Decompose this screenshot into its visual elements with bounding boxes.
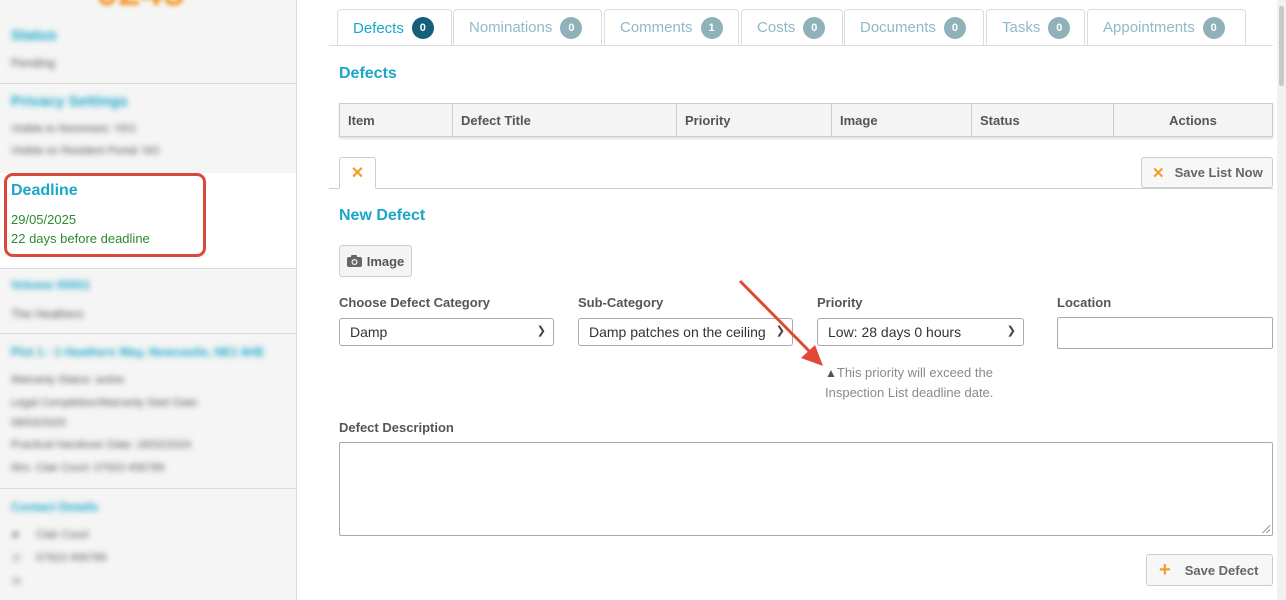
description-textarea[interactable] [339, 442, 1273, 536]
resize-handle-icon[interactable] [1262, 525, 1270, 533]
status-value: Pending [11, 56, 56, 70]
column-header-status[interactable]: Status [972, 104, 1114, 136]
tab-label: Documents [860, 19, 936, 36]
volume-section: Volume 00001 The Heathers [0, 268, 296, 334]
privacy-line-nominees: Visible to Nominees: YES [11, 123, 136, 135]
scrollbar-thumb[interactable] [1279, 6, 1284, 86]
tab-label: Nominations [469, 19, 553, 36]
new-defect-heading: New Defect [339, 207, 426, 224]
status-title: Status [11, 27, 57, 44]
tab-count-badge: 0 [803, 16, 826, 39]
category-select[interactable]: Damp ❯ [339, 318, 554, 346]
tab-tasks[interactable]: Tasks 0 [986, 9, 1085, 45]
close-x-icon: ✕ [1152, 164, 1165, 182]
plot-legal-date: 08/03/2025 [11, 417, 67, 429]
tab-label: Costs [757, 19, 796, 36]
plot-section: Plot 1 - 1 Heathers Way, Newcastle, NE1 … [0, 333, 296, 489]
camera-icon [346, 255, 362, 267]
contact-title: Contact Details [11, 500, 99, 514]
contact-phone: 07923 456789 [36, 552, 107, 564]
plot-title: Plot 1 - 1 Heathers Way, Newcastle, NE1 … [11, 345, 265, 359]
chevron-down-icon: ❯ [775, 325, 785, 337]
close-x-icon: ✕ [350, 165, 365, 182]
plot-warranty: Warranty Status: active [11, 374, 125, 386]
subcategory-select[interactable]: Damp patches on the ceiling ❯ [578, 318, 793, 346]
plus-icon: + [1159, 558, 1171, 581]
tabs-divider [329, 45, 1273, 46]
location-label: Location [1057, 295, 1112, 310]
column-header-defect-title[interactable]: Defect Title [453, 104, 677, 136]
privacy-section: Privacy Settings Visible to Nominees: YE… [0, 83, 296, 174]
close-list-tab[interactable]: ✕ [339, 157, 376, 189]
column-header-image[interactable]: Image [832, 104, 972, 136]
save-defect-button[interactable]: + Save Defect [1146, 554, 1273, 586]
tab-count-badge: 0 [1202, 16, 1225, 39]
tab-comments[interactable]: Comments 1 [604, 9, 739, 45]
plot-handover: Practical Handover Date: 18/02/2024 [11, 439, 192, 451]
tab-count-badge: 0 [560, 16, 583, 39]
column-header-item[interactable]: Item [340, 104, 453, 136]
priority-value: Low: 28 days 0 hours [828, 324, 962, 340]
defects-table-header: Item Defect Title Priority Image Status … [339, 103, 1273, 137]
subcategory-label: Sub-Category [578, 295, 664, 310]
priority-select[interactable]: Low: 28 days 0 hours ❯ [817, 318, 1024, 346]
column-header-actions: Actions [1169, 112, 1217, 128]
sidebar: 0245 Status Pending Privacy Settings Vis… [0, 0, 297, 600]
tab-costs[interactable]: Costs 0 [741, 9, 843, 45]
tab-label: Appointments [1103, 19, 1195, 36]
tab-count-badge: 1 [700, 16, 723, 39]
plot-owner: Mrs. Clair Court: 07923 456789 [11, 462, 165, 474]
inspection-number: 0245 [96, 0, 185, 15]
defects-heading: Defects [339, 65, 397, 82]
priority-warning: ▲This priority will exceed the Inspectio… [825, 363, 1015, 402]
tab-count-badge: 0 [411, 17, 434, 39]
tab-label: Defects [353, 19, 404, 37]
category-label: Choose Defect Category [339, 295, 490, 310]
plot-legal-completion: Legal Completion/Warranty Start Date: [11, 397, 200, 409]
tab-appointments[interactable]: Appointments 0 [1087, 9, 1246, 45]
tab-defects[interactable]: Defects 0 [337, 9, 452, 46]
volume-value: The Heathers [11, 307, 84, 321]
status-section: Status Pending [0, 16, 296, 84]
tab-nominations[interactable]: Nominations 0 [453, 9, 602, 45]
save-list-now-button[interactable]: ✕ Save List Now [1141, 157, 1273, 188]
privacy-line-portal: Visible on Resident Portal: NO [11, 145, 160, 157]
subcategory-value: Damp patches on the ceiling [589, 324, 766, 340]
priority-label: Priority [817, 295, 863, 310]
priority-warning-text: This priority will exceed the Inspection… [825, 365, 994, 400]
deadline-highlight-box [4, 173, 206, 257]
contact-section: Contact Details ■ Clair Court ✆ 07923 45… [0, 488, 296, 600]
list-tab-divider [329, 188, 1273, 189]
person-icon: ■ [12, 529, 19, 541]
page-scrollbar[interactable] [1277, 0, 1286, 600]
contact-name: Clair Court [36, 529, 89, 541]
arrow-head [801, 345, 823, 366]
email-icon: ✉ [12, 576, 22, 588]
save-defect-label: Save Defect [1184, 562, 1259, 578]
tab-count-badge: 0 [943, 16, 966, 39]
save-list-label: Save List Now [1174, 165, 1263, 180]
description-label: Defect Description [339, 420, 454, 435]
add-image-button[interactable]: Image [339, 245, 412, 277]
chevron-down-icon: ❯ [536, 325, 546, 337]
warning-icon: ▲ [825, 366, 837, 380]
column-header-priority[interactable]: Priority [677, 104, 832, 136]
image-button-label: Image [366, 253, 405, 269]
tab-count-badge: 0 [1048, 16, 1071, 39]
tab-documents[interactable]: Documents 0 [844, 9, 984, 45]
tab-label: Comments [620, 19, 693, 36]
chevron-down-icon: ❯ [1006, 325, 1016, 337]
location-input[interactable] [1057, 317, 1273, 349]
phone-icon: ✆ [12, 553, 22, 565]
tab-label: Tasks [1002, 19, 1041, 36]
privacy-title: Privacy Settings [11, 93, 128, 110]
volume-title: Volume 00001 [11, 278, 91, 292]
category-value: Damp [350, 324, 388, 340]
